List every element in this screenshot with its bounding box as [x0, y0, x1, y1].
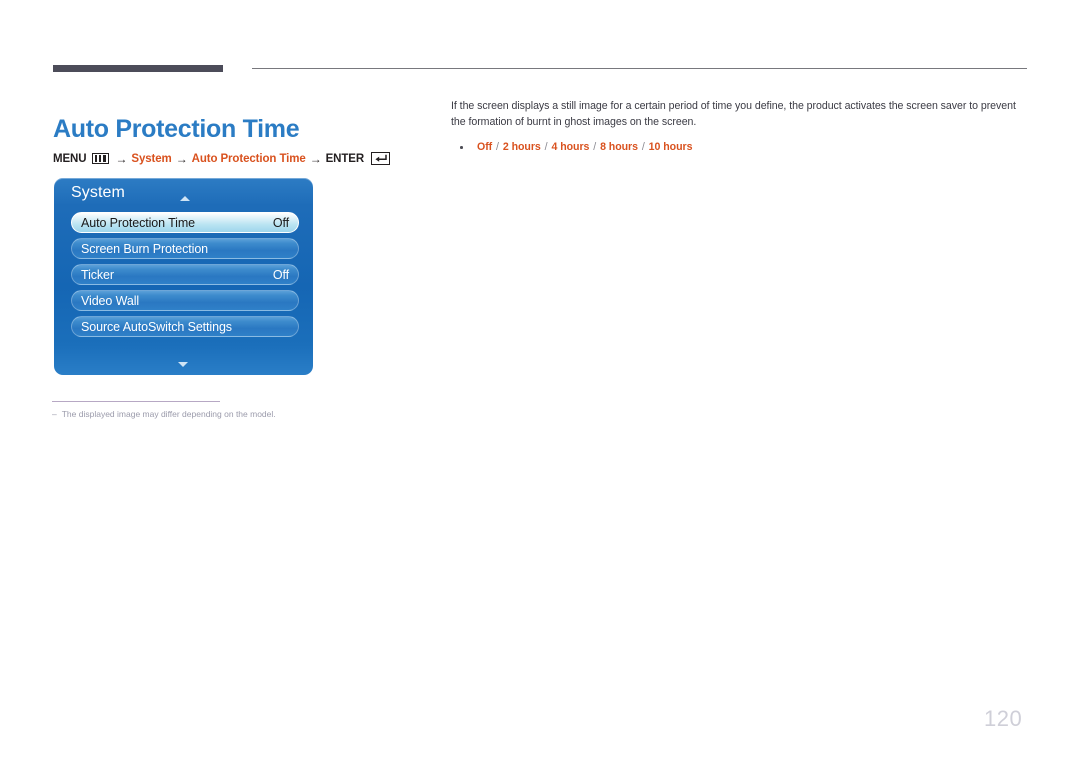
option-value: 2 hours	[502, 141, 541, 153]
footnote-dash: –	[52, 409, 57, 419]
osd-menu-panel: System Auto Protection Time Off Screen B…	[54, 178, 313, 375]
breadcrumb-arrow-1: →	[115, 151, 128, 166]
osd-row-screen-burn-protection[interactable]: Screen Burn Protection	[71, 238, 299, 259]
osd-row-ticker[interactable]: Ticker Off	[71, 264, 299, 285]
option-separator: /	[541, 141, 551, 153]
breadcrumb: MENU → System → Auto Protection Time → E…	[53, 151, 391, 166]
breadcrumb-enter-label: ENTER	[325, 152, 365, 165]
breadcrumb-step-system[interactable]: System	[131, 153, 171, 165]
options-values: Off / 2 hours / 4 hours / 8 hours / 10 h…	[477, 141, 692, 153]
osd-row-video-wall[interactable]: Video Wall	[71, 290, 299, 311]
description-block: If the screen displays a still image for…	[451, 99, 1027, 153]
osd-row-label: Ticker	[81, 267, 114, 282]
osd-row-value: Off	[272, 215, 289, 230]
menu-bars-icon	[92, 153, 110, 164]
option-value: 8 hours	[600, 141, 638, 153]
option-value: 10 hours	[648, 141, 693, 153]
header-rule-thin	[252, 68, 1027, 69]
options-list-item: Off / 2 hours / 4 hours / 8 hours / 10 h…	[451, 141, 1027, 153]
enter-return-icon	[371, 152, 391, 165]
option-separator: /	[638, 141, 648, 153]
footnote: – The displayed image may differ dependi…	[52, 409, 276, 419]
osd-row-label: Screen Burn Protection	[81, 241, 209, 256]
breadcrumb-menu-label: MENU	[53, 152, 87, 165]
osd-row-auto-protection-time[interactable]: Auto Protection Time Off	[71, 212, 299, 233]
breadcrumb-step-auto-protection-time[interactable]: Auto Protection Time	[192, 153, 306, 165]
option-value: Off	[477, 141, 493, 153]
footnote-rule	[52, 401, 220, 402]
bullet-icon	[460, 146, 463, 149]
option-separator: /	[493, 141, 502, 153]
header-rule-thick	[53, 65, 223, 72]
osd-row-label: Auto Protection Time	[81, 215, 196, 230]
osd-row-label: Source AutoSwitch Settings	[81, 319, 232, 334]
page-number: 120	[984, 706, 1023, 731]
option-separator: /	[590, 141, 600, 153]
options-list: Off / 2 hours / 4 hours / 8 hours / 10 h…	[451, 141, 1027, 153]
chevron-down-icon[interactable]	[178, 362, 188, 367]
option-value: 4 hours	[551, 141, 590, 153]
osd-row-source-autoswitch-settings[interactable]: Source AutoSwitch Settings	[71, 316, 299, 337]
chevron-up-icon[interactable]	[180, 196, 190, 201]
breadcrumb-arrow-2: →	[175, 151, 188, 166]
osd-title-bar: System	[54, 178, 313, 212]
description-paragraph: If the screen displays a still image for…	[451, 100, 1016, 128]
page-title: Auto Protection Time	[53, 114, 300, 143]
footnote-text: The displayed image may differ depending…	[61, 409, 276, 419]
osd-panel-title: System	[71, 184, 125, 201]
osd-row-label: Video Wall	[81, 293, 140, 308]
breadcrumb-arrow-3: →	[309, 151, 322, 166]
osd-row-value: Off	[272, 267, 289, 282]
